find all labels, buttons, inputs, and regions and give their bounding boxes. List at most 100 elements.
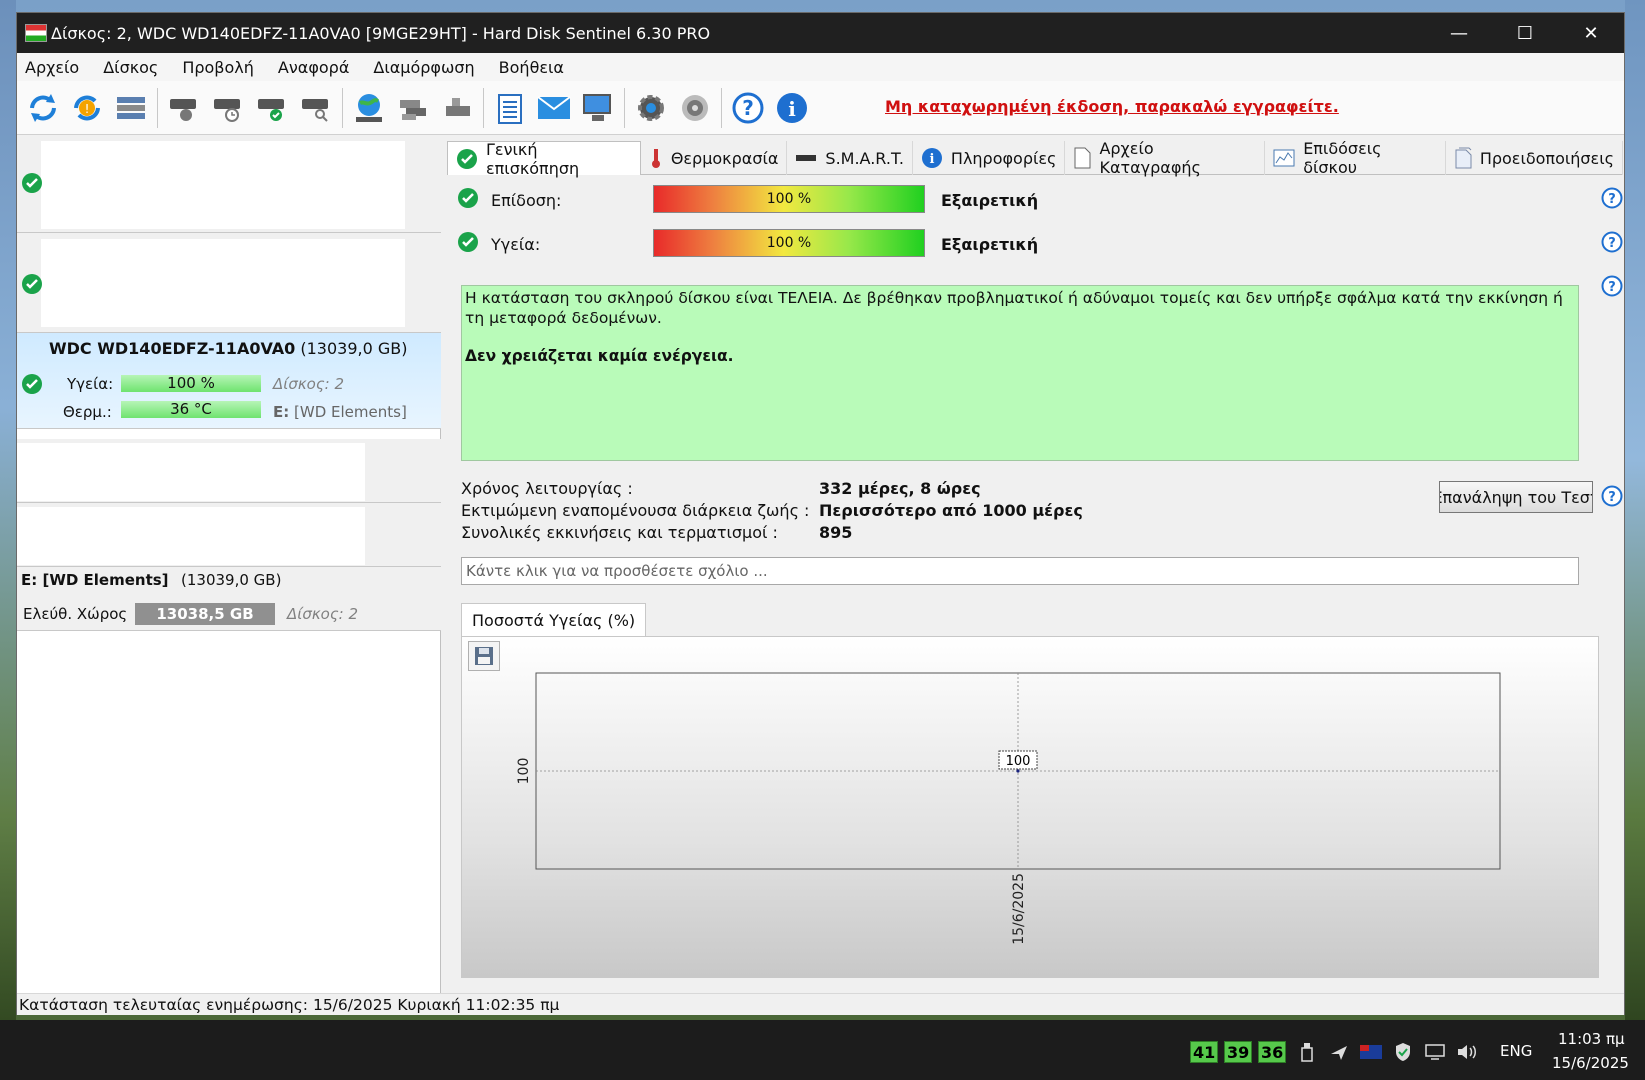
computer-monitor-icon[interactable] <box>578 88 618 128</box>
volume-card[interactable]: E: [WD Elements] (13039,0 GB) Ελεύθ. Χώρ… <box>17 567 441 631</box>
language-indicator[interactable]: ENG <box>1500 1042 1532 1060</box>
data-label: 100 <box>998 750 1038 770</box>
temp-badge-2[interactable]: 39 <box>1224 1041 1253 1063</box>
disk-card-2[interactable] <box>17 233 441 333</box>
health-bar: 100 % <box>121 375 261 392</box>
report-notepad-icon[interactable] <box>490 88 530 128</box>
help-question-icon[interactable]: ? <box>1601 231 1623 253</box>
temp-badge-1[interactable]: 41 <box>1190 1041 1219 1063</box>
status-text: Η κατάσταση του σκληρού δίσκου είναι ΤΕΛ… <box>465 289 1563 327</box>
selected-disk-title: WDC WD140EDFZ-11A0VA0 (13039,0 GB) <box>49 339 407 358</box>
desktop-wallpaper-left <box>0 0 16 1020</box>
lifetime-value: Περισσότερο από 1000 μέρες <box>819 501 1083 520</box>
check-ok-icon <box>22 274 42 294</box>
status-bar: Κατάσταση τελευταίας ενημέρωσης: 15/6/20… <box>17 993 1624 1015</box>
health-bar: 100 % <box>653 229 925 257</box>
volume-icon[interactable] <box>1456 1042 1478 1062</box>
check-ok-icon <box>457 148 477 169</box>
refresh-icon[interactable] <box>23 88 63 128</box>
tab-disk-performance[interactable]: Επιδόσεις δίσκου <box>1265 139 1446 177</box>
disk-card-1[interactable] <box>17 135 441 233</box>
maximize-button[interactable]: ☐ <box>1492 13 1558 53</box>
performance-chart-icon <box>1273 149 1295 167</box>
menu-view[interactable]: Προβολή <box>174 58 266 77</box>
svg-text:i: i <box>788 97 796 121</box>
toolbar: ! ? i Μη καταχωρημένη έκδοση, παρακαλώ ε… <box>17 81 1624 135</box>
menu-report[interactable]: Αναφορά <box>270 58 361 77</box>
temp-badge-3[interactable]: 36 <box>1258 1041 1287 1063</box>
toolbar-separator <box>624 87 625 128</box>
check-ok-icon <box>22 374 42 394</box>
performance-rating: Εξαιρετική <box>941 191 1039 210</box>
app-window: Δίσκος: 2, WDC WD140EDFZ-11A0VA0 [9MGE29… <box>16 12 1625 1015</box>
performance-bar: 100 % <box>653 185 925 213</box>
title-bar: Δίσκος: 2, WDC WD140EDFZ-11A0VA0 [9MGE29… <box>17 13 1624 53</box>
usb-drive-icon[interactable] <box>1296 1042 1318 1062</box>
free-space-label: Ελεύθ. Χώρος <box>23 605 128 623</box>
disk-card-4[interactable] <box>17 503 441 567</box>
help-question-icon[interactable]: ? <box>1601 275 1623 297</box>
desktop-wallpaper-right <box>1625 0 1645 1020</box>
selected-disk-card[interactable]: WDC WD140EDFZ-11A0VA0 (13039,0 GB) Υγεία… <box>17 333 441 429</box>
close-button[interactable]: ✕ <box>1558 13 1624 53</box>
disk-index: Δίσκος: 2 <box>273 375 345 393</box>
health-row: Υγεία: 100 % Εξαιρετική <box>457 229 1587 259</box>
speaker-sound-icon[interactable] <box>675 88 715 128</box>
disk-search-icon[interactable] <box>296 88 336 128</box>
free-space-bar: 13038,5 GB <box>135 603 275 625</box>
performance-label: Επίδοση: <box>491 191 562 210</box>
menu-help[interactable]: Βοήθεια <box>491 58 576 77</box>
comment-input[interactable] <box>461 557 1579 585</box>
svg-text:?: ? <box>1608 192 1616 207</box>
email-envelope-icon[interactable] <box>534 88 574 128</box>
disk-stack-icon[interactable] <box>393 88 433 128</box>
volume-name: E: [WD Elements] <box>21 571 169 589</box>
retest-button[interactable]: Επανάληψη του Τεστ <box>1439 481 1593 513</box>
tab-log[interactable]: Αρχείο Καταγραφής <box>1065 139 1266 177</box>
airplane-icon[interactable] <box>1328 1042 1350 1062</box>
toolbar-separator <box>342 87 343 128</box>
help-question-icon[interactable]: ? <box>728 88 768 128</box>
health-chart-area: 100 100 15/6/2025 <box>461 636 1599 978</box>
minimize-button[interactable]: — <box>1426 13 1492 53</box>
svg-text:?: ? <box>1608 280 1616 295</box>
about-info-icon[interactable]: i <box>772 88 812 128</box>
settings-gear-icon[interactable] <box>631 88 671 128</box>
disk-list-icon[interactable] <box>111 88 151 128</box>
usb-disk-icon[interactable] <box>437 88 477 128</box>
network-globe-icon[interactable] <box>349 88 389 128</box>
disk-test-icon[interactable] <box>164 88 204 128</box>
security-shield-icon[interactable] <box>1392 1042 1414 1062</box>
alerts-document-icon <box>1455 147 1472 169</box>
network-icon[interactable] <box>1424 1042 1446 1062</box>
menu-file[interactable]: Αρχείο <box>17 58 91 77</box>
svg-text:?: ? <box>742 96 754 120</box>
power-on-value: 332 μέρες, 8 ώρες <box>819 479 981 498</box>
tab-temperature[interactable]: Θερμοκρασία <box>641 141 788 175</box>
menu-configuration[interactable]: Διαμόρφωση <box>365 58 486 77</box>
svg-text:?: ? <box>1608 236 1616 251</box>
window-controls: — ☐ ✕ <box>1426 13 1624 53</box>
refresh-warning-icon[interactable]: ! <box>67 88 107 128</box>
clock-date[interactable]: 15/6/2025 <box>1552 1054 1629 1072</box>
tab-information[interactable]: i Πληροφορίες <box>913 141 1066 175</box>
chart-tab-health[interactable]: Ποσοστά Υγείας (%) <box>461 603 647 637</box>
status-action: Δεν χρειάζεται καμία ενέργεια. <box>465 347 734 365</box>
disk-card-3[interactable] <box>17 439 441 503</box>
window-title: Δίσκος: 2, WDC WD140EDFZ-11A0VA0 [9MGE29… <box>51 23 711 43</box>
volume-info: E: [WD Elements] <box>273 403 407 421</box>
help-question-icon[interactable]: ? <box>1601 485 1623 507</box>
registration-notice-link[interactable]: Μη καταχωρημένη έκδοση, παρακαλώ εγγραφε… <box>885 97 1339 116</box>
clock-time[interactable]: 11:03 πμ <box>1558 1030 1625 1048</box>
temp-label: Θερμ.: <box>63 403 112 421</box>
tab-smart[interactable]: S.M.A.R.T. <box>787 141 913 175</box>
help-question-icon[interactable]: ? <box>1601 187 1623 209</box>
tab-alerts[interactable]: Προειδοποιήσεις <box>1446 141 1623 175</box>
start-stop-value: 895 <box>819 523 853 542</box>
tab-overview[interactable]: Γενική επισκόπηση <box>447 140 641 178</box>
disk-schedule-icon[interactable] <box>208 88 248 128</box>
disk-check-icon[interactable] <box>252 88 292 128</box>
toolbar-separator <box>721 87 722 128</box>
flag-icon[interactable] <box>1360 1042 1382 1062</box>
menu-disk[interactable]: Δίσκος <box>95 58 170 77</box>
